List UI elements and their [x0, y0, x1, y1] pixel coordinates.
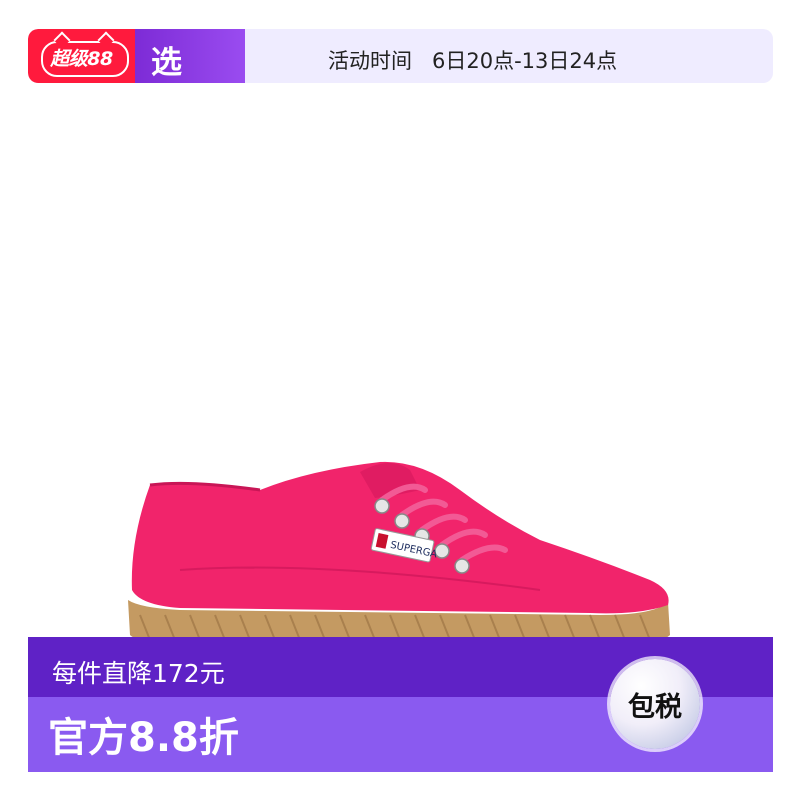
price-banner: 每件直降172元 官方8.8折 包税: [28, 637, 773, 772]
product-image: SUPERGA: [128, 461, 670, 645]
select-label: 选: [151, 45, 182, 81]
tax-included-badge: 包税: [610, 659, 700, 749]
logo-text: 超级88: [50, 48, 113, 70]
discount-text: 每件直降172元: [52, 659, 225, 688]
main-offer: 官方8.8折: [48, 715, 239, 761]
tax-badge-text: 包税: [628, 692, 682, 723]
activity-time: 活动时间 6日20点-13日24点: [328, 49, 618, 73]
super88-logo: 超级88: [28, 29, 135, 83]
promo-bar: 超级88 选 活动时间 6日20点-13日24点: [28, 29, 773, 83]
